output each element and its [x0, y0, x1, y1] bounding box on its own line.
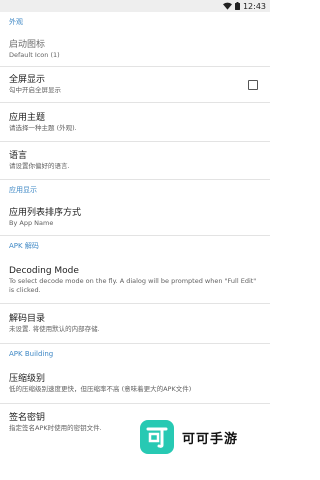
pref-summary: To select decode mode on the fly. A dial…: [9, 276, 257, 294]
pref-summary: 勾中开启全屏显示: [9, 86, 61, 94]
pref-title: 应用主题: [9, 112, 46, 123]
settings-list[interactable]: 外观 启动图标 Default Icon (1) 全屏显示 勾中开启全屏显示 应…: [0, 12, 270, 480]
watermark: 可可手游: [140, 420, 238, 454]
pref-summary: 请设置你偏好的语言.: [9, 162, 70, 170]
pref-fullscreen[interactable]: 全屏显示 勾中开启全屏显示: [0, 67, 270, 103]
watermark-logo: [140, 420, 174, 454]
pref-compression[interactable]: 压缩级别 低的压缩级别速度更快，但压缩率不高 (意味着更大的APK文件): [0, 364, 270, 404]
pref-title: 语言: [9, 151, 28, 161]
clock: 12:43: [242, 1, 266, 11]
section-header-apk-building: APK Building: [9, 350, 54, 358]
pref-theme[interactable]: 应用主题 请选择一种主题 (外观).: [0, 103, 270, 142]
section-header-app-display: 应用显示: [9, 186, 37, 194]
section-header-appearance: 外观: [9, 18, 23, 26]
pref-launch-icon[interactable]: 启动图标 Default Icon (1): [0, 32, 270, 67]
pref-decode-dir[interactable]: 解码目录 未设置. 将使用默认的内部存储.: [0, 304, 270, 344]
section-header-apk-decode: APK 解码: [9, 242, 39, 250]
pref-summary: 低的压缩级别速度更快，但压缩率不高 (意味着更大的APK文件): [9, 385, 192, 393]
pref-title: 解码目录: [9, 314, 46, 324]
pref-summary: 未设置. 将使用默认的内部存储.: [9, 325, 100, 333]
pref-title: Decoding Mode: [9, 265, 79, 276]
battery-icon: [234, 2, 240, 10]
pref-title: 启动图标: [9, 39, 46, 50]
pref-summary: By App Name: [9, 219, 54, 227]
pref-language[interactable]: 语言 请设置你偏好的语言.: [0, 142, 270, 180]
pref-decoding-mode[interactable]: Decoding Mode To select decode mode on t…: [0, 256, 270, 304]
fullscreen-checkbox[interactable]: [248, 79, 258, 90]
watermark-text: 可可手游: [182, 431, 239, 447]
pref-summary: Default Icon (1): [9, 50, 60, 59]
pref-title: 全屏显示: [9, 75, 46, 85]
pref-title: 压缩级别: [9, 374, 46, 384]
pref-summary: 请选择一种主题 (外观).: [9, 123, 77, 132]
status-bar: 12:43: [0, 0, 270, 12]
wifi-icon: [222, 2, 232, 10]
pref-title: 应用列表排序方式: [9, 208, 82, 218]
pref-sort-order[interactable]: 应用列表排序方式 By App Name: [0, 200, 270, 236]
